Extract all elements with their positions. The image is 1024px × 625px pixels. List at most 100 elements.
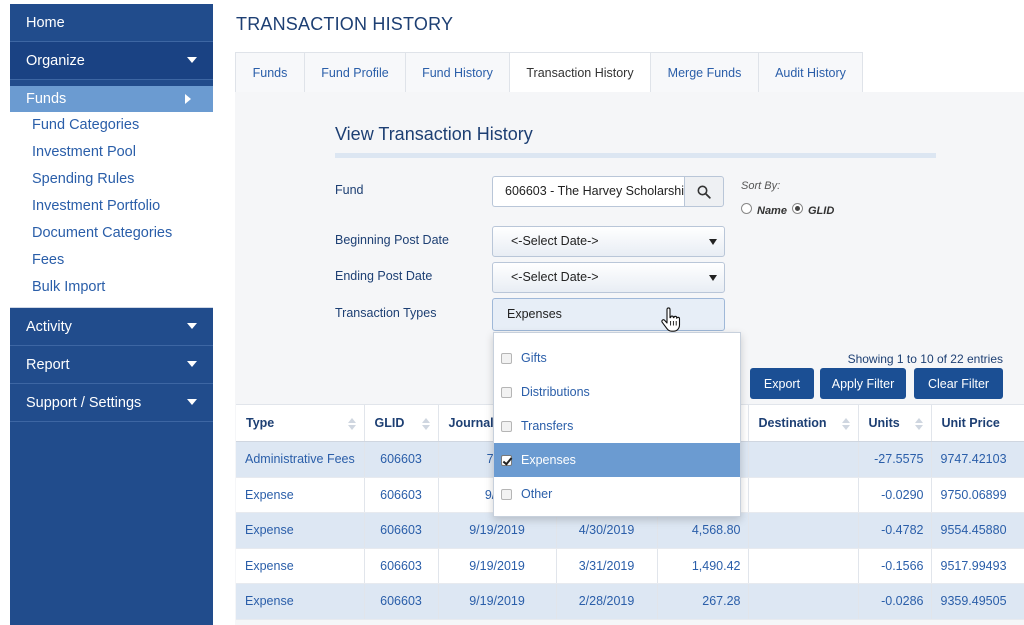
nav-home[interactable]: Home — [10, 4, 213, 42]
cell-units: -27.5575 — [858, 441, 932, 478]
clear-filter-button[interactable]: Clear Filter — [914, 368, 1003, 399]
cell-date: 3/31/2019 — [556, 548, 658, 584]
cell-amount: 267.28 — [657, 583, 749, 620]
nav-support-label: Support / Settings — [26, 394, 142, 411]
cell-type: Expense — [236, 477, 365, 513]
cell-unit-price: 9747.42103 — [931, 441, 1024, 478]
nav-activity[interactable]: Activity — [10, 308, 213, 346]
tab-merge-funds[interactable]: Merge Funds — [650, 52, 758, 93]
nav-report[interactable]: Report — [10, 346, 213, 384]
sidebar-item-label: Funds — [26, 91, 67, 107]
beginning-post-date-select[interactable]: <-Select Date-> — [492, 226, 725, 257]
nav-organize[interactable]: Organize — [10, 42, 213, 80]
sidebar-item-spending-rules[interactable]: Spending Rules — [10, 166, 213, 193]
cell-journal: 9/19/2019 — [438, 548, 557, 584]
hand-cursor-icon — [661, 307, 681, 332]
cell-units: -0.1566 — [858, 548, 932, 584]
cell-glid: 606603 — [364, 512, 439, 549]
cell-destination — [748, 583, 859, 620]
cell-type: Expense — [236, 583, 365, 620]
nav-support-settings[interactable]: Support / Settings — [10, 384, 213, 422]
column-header-label: Unit Price — [941, 416, 1000, 430]
checkbox[interactable] — [501, 352, 512, 364]
sidebar-item-funds[interactable]: Funds — [10, 86, 213, 112]
section-divider — [335, 153, 936, 158]
chevron-down-icon — [187, 399, 197, 405]
tab-audit-history[interactable]: Audit History — [758, 52, 863, 93]
sidebar: Home Organize Funds Fund Categories Inve… — [10, 4, 213, 625]
cell-journal: 9/19/2019 — [438, 512, 557, 549]
sort-name-label: Name — [757, 205, 787, 217]
cell-type: Expense — [236, 512, 365, 549]
cell-date: 2/28/2019 — [556, 583, 658, 620]
cell-destination — [748, 441, 859, 478]
cell-units: -0.0290 — [858, 477, 932, 513]
option-transfers[interactable]: Transfers — [494, 409, 740, 443]
option-label: Gifts — [521, 351, 547, 365]
sidebar-item-investment-portfolio[interactable]: Investment Portfolio — [10, 193, 213, 220]
cell-amount: 1,490.42 — [657, 548, 749, 584]
option-label: Distributions — [521, 385, 590, 399]
transaction-types-select[interactable]: Expenses — [492, 298, 725, 331]
checkbox[interactable] — [501, 386, 512, 398]
column-header-destination[interactable]: Destination — [748, 404, 859, 442]
option-expenses[interactable]: Expenses — [494, 443, 740, 477]
dropdown-arrow-icon — [709, 275, 717, 281]
column-header-type[interactable]: Type — [236, 404, 365, 442]
sidebar-item-document-categories[interactable]: Document Categories — [10, 220, 213, 247]
tab-fund-profile[interactable]: Fund Profile — [304, 52, 405, 93]
cell-glid: 606603 — [364, 477, 439, 513]
tab-transaction-history[interactable]: Transaction History — [509, 52, 650, 93]
transaction-types-dropdown: Gifts Distributions Transfers Expenses O… — [493, 332, 741, 517]
cell-destination — [748, 548, 859, 584]
sort-name-radio[interactable] — [741, 203, 752, 214]
nav-activity-label: Activity — [26, 318, 72, 335]
ending-post-date-select[interactable]: <-Select Date-> — [492, 262, 725, 293]
column-header-unit-price[interactable]: Unit Price — [931, 404, 1024, 442]
cell-date: 4/30/2019 — [556, 512, 658, 549]
checkbox[interactable] — [501, 420, 512, 432]
cell-type: Administrative Fees — [236, 441, 365, 478]
option-label: Transfers — [521, 419, 574, 433]
checkbox-checked[interactable] — [501, 454, 512, 466]
cell-glid: 606603 — [364, 583, 439, 620]
table-row[interactable]: Expense 606603 9/19/2019 4/30/2019 4,568… — [236, 512, 1024, 549]
option-gifts[interactable]: Gifts — [494, 341, 740, 375]
sort-glid-radio[interactable] — [792, 203, 803, 214]
cell-journal: 9/19/2019 — [438, 583, 557, 620]
option-other[interactable]: Other — [494, 477, 740, 511]
column-header-units[interactable]: Units — [858, 404, 932, 442]
option-distributions[interactable]: Distributions — [494, 375, 740, 409]
fund-search-button[interactable] — [684, 176, 724, 207]
cell-unit-price: 9554.45880 — [931, 512, 1024, 549]
table-row[interactable]: Expense 606603 9/19/2019 3/31/2019 1,490… — [236, 548, 1024, 584]
sort-icon — [421, 418, 430, 430]
sidebar-item-fees[interactable]: Fees — [10, 247, 213, 274]
chevron-down-icon — [187, 361, 197, 367]
sort-glid-label: GLID — [808, 205, 835, 217]
tab-funds[interactable]: Funds — [235, 52, 304, 93]
column-header-label: Type — [246, 416, 275, 430]
cell-unit-price: 9359.49505 — [931, 583, 1024, 620]
sort-icon — [914, 418, 923, 430]
beginning-post-date-value: <-Select Date-> — [511, 234, 599, 248]
checkbox[interactable] — [501, 488, 512, 500]
fund-input[interactable]: 606603 - The Harvey Scholarship — [492, 176, 684, 207]
fund-label: Fund — [335, 183, 364, 197]
cell-glid: 606603 — [364, 548, 439, 584]
apply-filter-button[interactable]: Apply Filter — [820, 368, 906, 399]
table-row[interactable]: Expense 606603 9/19/2019 2/28/2019 267.2… — [236, 583, 1024, 620]
sidebar-item-bulk-import[interactable]: Bulk Import — [10, 274, 213, 301]
sidebar-item-investment-pool[interactable]: Investment Pool — [10, 139, 213, 166]
column-header-glid[interactable]: GLID — [364, 404, 439, 442]
beginning-post-date-label: Beginning Post Date — [335, 233, 449, 247]
cell-destination — [748, 512, 859, 549]
cell-destination — [748, 477, 859, 513]
sort-by-label: Sort By: — [741, 180, 781, 192]
tab-fund-history[interactable]: Fund History — [405, 52, 509, 93]
cell-amount: 4,568.80 — [657, 512, 749, 549]
export-button[interactable]: Export — [750, 368, 814, 399]
cell-units: -0.4782 — [858, 512, 932, 549]
sidebar-item-fund-categories[interactable]: Fund Categories — [10, 112, 213, 139]
section-title: View Transaction History — [335, 124, 533, 144]
